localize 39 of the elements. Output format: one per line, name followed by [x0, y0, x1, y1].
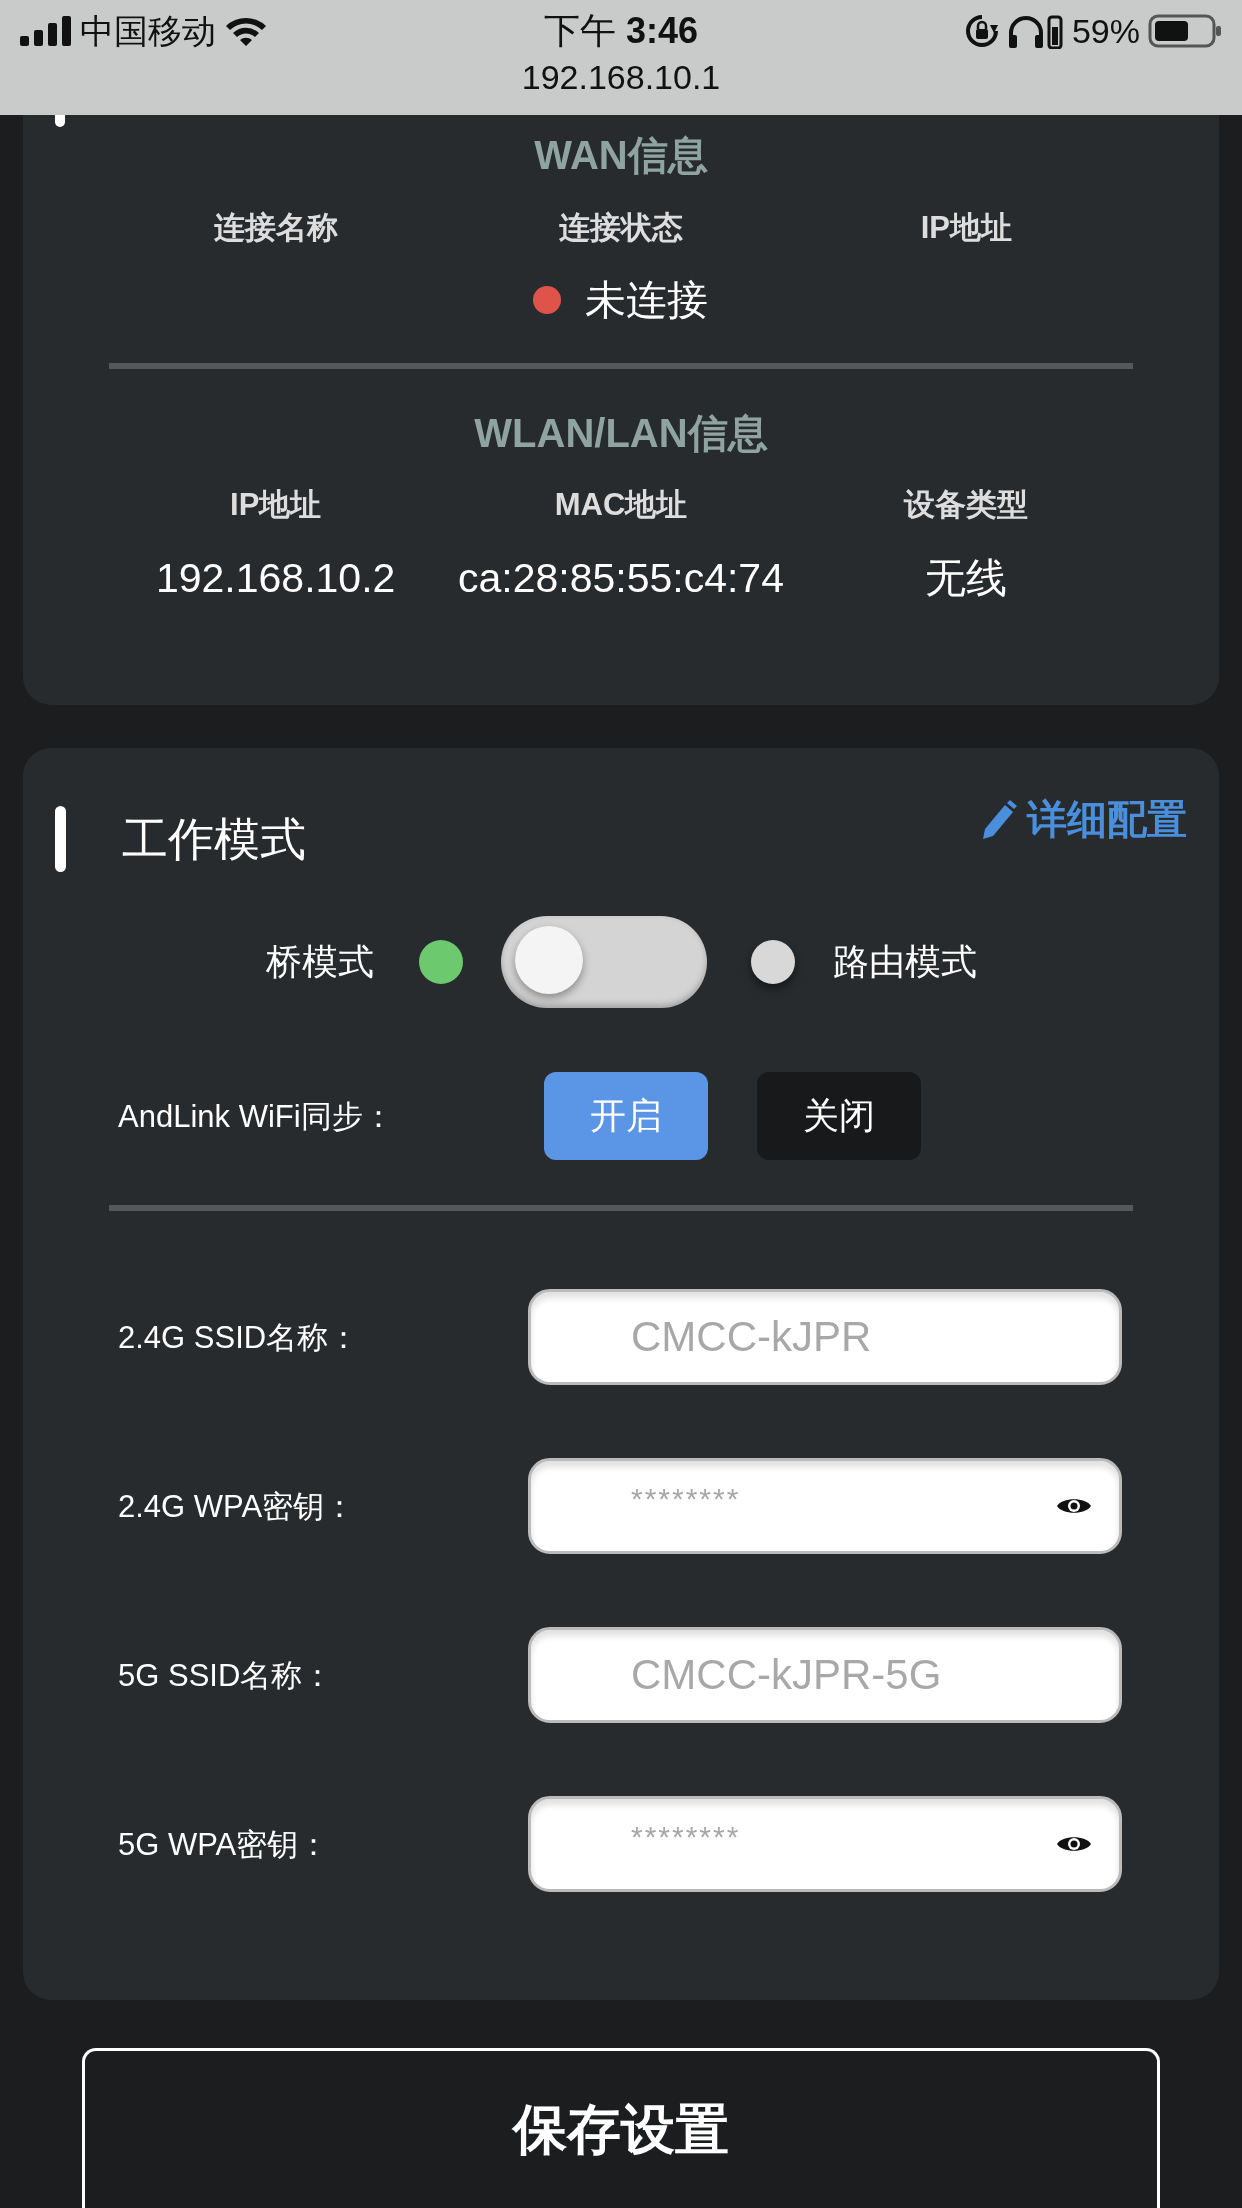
headphones-icon	[1007, 13, 1064, 49]
input-field[interactable]: CMCC-kJPR-5G	[528, 1627, 1122, 1723]
url-text: 192.168.10.1	[521, 58, 721, 96]
rotation-lock-icon	[963, 13, 1000, 49]
section-bar	[55, 115, 65, 127]
input-field[interactable]: CMCC-kJPR	[528, 1289, 1122, 1385]
section-bar	[55, 806, 66, 872]
status-text: 未连接	[585, 279, 709, 321]
clock-time: 下午 3:46	[543, 13, 699, 49]
battery-icon	[1148, 14, 1222, 48]
column-header: IP地址	[230, 487, 322, 522]
battery-percent: 59%	[1071, 14, 1140, 48]
carrier-name: 中国移动	[80, 14, 216, 48]
signal-icon	[20, 16, 72, 46]
field-label: 2.4G SSID名称：	[118, 1321, 361, 1353]
column-header: MAC地址	[554, 487, 688, 522]
field-label: 5G WPA密钥：	[118, 1828, 331, 1860]
section-title: 工作模式	[122, 816, 306, 862]
save-button[interactable]: 保存设置	[82, 2048, 1160, 2208]
field-label: 2.4G WPA密钥：	[118, 1490, 357, 1522]
table-cell: 无线	[925, 555, 1008, 601]
column-header: 设备类型	[904, 487, 1029, 522]
section-title: WAN信息	[534, 133, 708, 177]
input-field[interactable]: ********	[528, 1458, 1122, 1554]
column-header: 连接状态	[559, 210, 683, 245]
field-label: AndLink WiFi同步：	[118, 1100, 395, 1132]
column-header: IP地址	[920, 210, 1012, 245]
section-title: WLAN/LAN信息	[474, 411, 768, 455]
pencil-icon	[981, 799, 1019, 839]
mode-label: 路由模式	[832, 944, 977, 980]
field-label: 5G SSID名称：	[118, 1659, 335, 1691]
input-field[interactable]: ********	[528, 1796, 1122, 1892]
mode-label: 桥模式	[265, 944, 374, 980]
table-cell: 192.168.10.2	[155, 555, 396, 601]
detail-config-link[interactable]: 详细配置	[981, 799, 1187, 839]
wifi-icon	[224, 15, 268, 47]
table-cell: ca:28:85:55:c4:74	[458, 555, 784, 601]
column-header: 连接名称	[213, 210, 338, 245]
option-button[interactable]: 关闭	[757, 1072, 921, 1160]
